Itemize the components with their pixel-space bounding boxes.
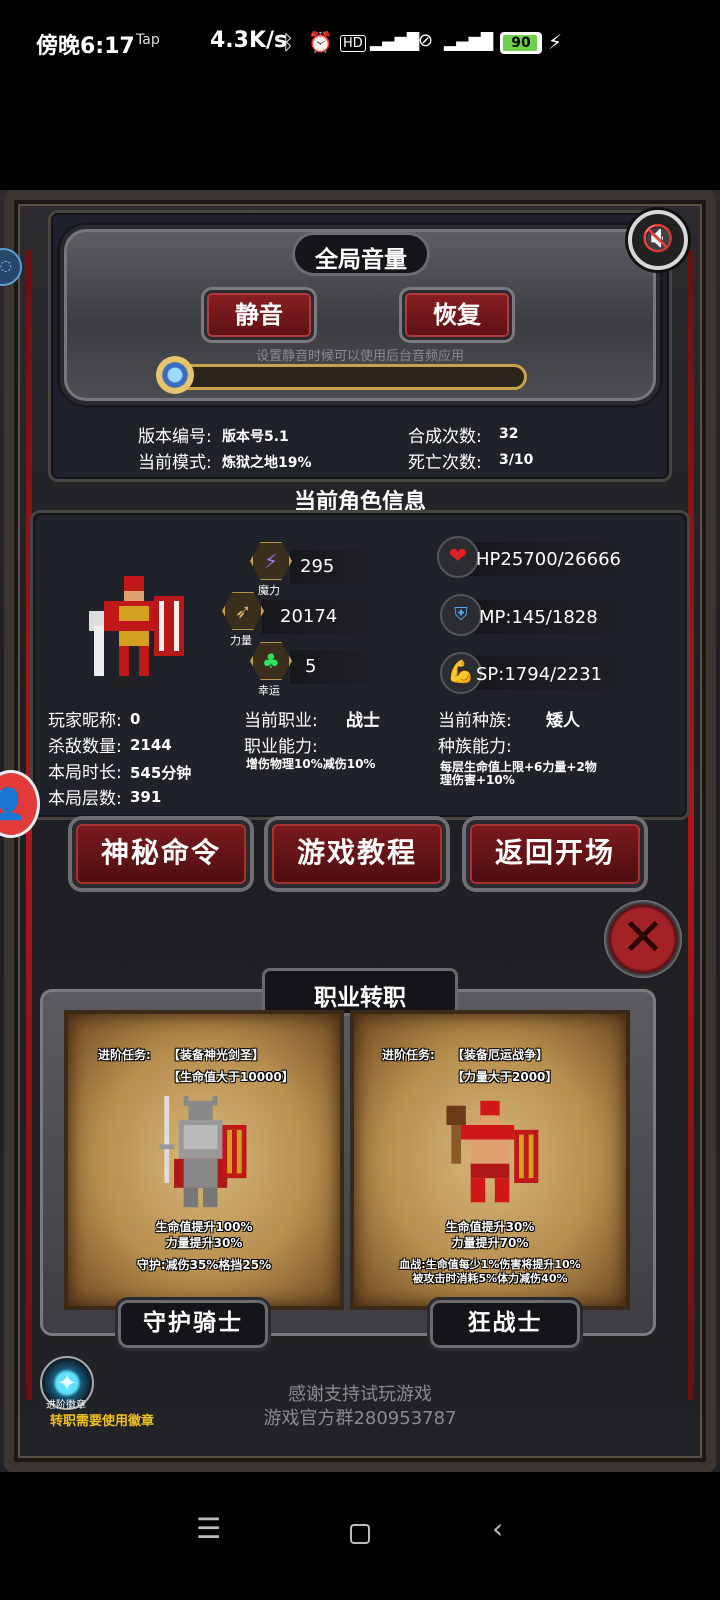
wifi-off-icon: ⊘ [418, 30, 434, 51]
race-label: 当前种族: [438, 711, 512, 731]
guardian-skill: 守护:减伤35%格挡25% [136, 1258, 272, 1272]
status-bar: 傍晚6:17 Tap 4.3K/s ᛒ ⏰ HD ▂▄▆█ ⊘ ▂▄▆█ 90 … [0, 0, 720, 90]
kills-value: 2144 [130, 736, 172, 754]
return-start-button[interactable]: 返回开场 [466, 820, 644, 888]
status-tap: Tap [136, 32, 160, 48]
heart-icon: ❤ [437, 536, 479, 578]
nickname-label: 玩家昵称: [48, 711, 122, 731]
hd-icon: HD [340, 35, 366, 52]
duration-value: 545分钟 [130, 764, 192, 782]
berserker-quest-label: 进阶任务: [382, 1048, 435, 1062]
hp-value: HP25700/26666 [476, 549, 621, 570]
advance-badge-label: 进阶徽章 [46, 1400, 86, 1411]
merge-count-value: 32 [499, 426, 519, 442]
berserker-bonus-2: 力量提升70% [451, 1236, 529, 1250]
official-group-text: 游戏官方群280953787 [263, 1408, 457, 1429]
berserker-sprite [446, 1100, 539, 1203]
magic-label: 魔力 [258, 584, 280, 597]
mode-value: 炼狱之地19% [222, 455, 312, 471]
power-label: 力量 [230, 634, 252, 647]
mute-button[interactable]: 静音 [204, 290, 314, 340]
battery-icon: 90 [500, 32, 542, 54]
thanks-text: 感谢支持试玩游戏 [288, 1384, 432, 1405]
home-icon[interactable] [350, 1524, 370, 1544]
user-icon: 👤 [0, 787, 27, 822]
merge-count-label: 合成次数: [408, 427, 482, 447]
magic-value: 295 [300, 556, 335, 577]
mana-icon: ⛨ [440, 594, 482, 636]
class-change-title: 职业转职 [314, 985, 406, 1011]
guardian-knight-sprite [159, 1096, 247, 1208]
race-ability-line-2: 理伤害+10% [440, 773, 515, 787]
kills-label: 杀敌数量: [48, 737, 122, 757]
navigation-bar: ☰ ‹ [0, 1472, 720, 1600]
power-value: 20174 [280, 606, 338, 627]
volume-hint: 设置静音时候可以使用后台音频应用 [255, 349, 464, 364]
volume-slider-knob[interactable] [156, 356, 194, 394]
tutorial-button[interactable]: 游戏教程 [268, 820, 446, 888]
signal-4g-icon: ▂▄▆█ [370, 32, 420, 51]
restore-button[interactable]: 恢复 [402, 290, 512, 340]
sound-toggle-button[interactable]: 🔇 [628, 210, 688, 270]
frame-rail-right [688, 250, 694, 1400]
mp-value: MP:145/1828 [479, 607, 598, 628]
guardian-quest-1: 【装备神光剑圣】 [168, 1048, 265, 1062]
guardian-quest-label: 进阶任务: [98, 1048, 151, 1062]
floor-value: 391 [130, 788, 162, 806]
version-value: 版本号5.1 [222, 429, 289, 445]
speaker-muted-icon: 🔇 [641, 224, 675, 254]
back-icon[interactable]: ‹ [492, 1512, 503, 1545]
luck-value: 5 [305, 656, 317, 677]
berserker-bonus-1: 生命值提升30% [445, 1220, 535, 1234]
sp-value: SP:1794/2231 [476, 664, 603, 685]
guardian-knight-button[interactable]: 守护骑士 [118, 1300, 268, 1348]
warrior-sprite [89, 576, 184, 686]
death-count-label: 死亡次数: [408, 453, 482, 473]
race-ability-label: 种族能力: [438, 737, 512, 757]
job-value: 战士 [346, 711, 380, 731]
battery-level: 90 [511, 35, 531, 51]
menu-icon[interactable]: ☰ [196, 1512, 221, 1545]
job-label: 当前职业: [244, 711, 318, 731]
secret-command-button[interactable]: 神秘命令 [72, 820, 250, 888]
close-icon: ✕ [621, 908, 665, 968]
berserker-quest-1: 【装备厄运战争】 [452, 1048, 549, 1062]
floating-dot-icon: ◌ [0, 258, 12, 274]
volume-title: 全局音量 [315, 247, 407, 273]
guardian-quest-2: 【生命值大于10000】 [168, 1070, 294, 1084]
close-button[interactable]: ✕ [604, 900, 682, 978]
status-time: 傍晚6:17 [36, 34, 135, 59]
berserker-quest-2: 【力量大于2000】 [452, 1070, 558, 1084]
duration-label: 本局时长: [48, 763, 122, 783]
berserker-skill-2: 被攻击时消耗5%体力减伤40% [412, 1272, 568, 1285]
volume-slider[interactable] [172, 364, 527, 390]
race-value: 矮人 [546, 711, 580, 731]
charging-icon: ⚡ [548, 30, 563, 54]
berserker-button[interactable]: 狂战士 [430, 1300, 580, 1348]
signal-4g-icon: ▂▄▆█ [444, 32, 494, 51]
status-network-speed: 4.3K/s [210, 28, 288, 53]
luck-stat-box [290, 650, 380, 684]
job-ability-value: 增伤物理10%减伤10% [246, 757, 376, 771]
badge-note: 转职需要使用徽章 [50, 1414, 155, 1429]
job-ability-label: 职业能力: [244, 737, 318, 757]
floor-label: 本局层数: [48, 789, 122, 809]
alarm-icon: ⏰ [308, 30, 333, 54]
nickname-value: 0 [130, 710, 141, 728]
guardian-bonus-1: 生命值提升100% [155, 1220, 253, 1234]
version-label: 版本编号: [138, 427, 212, 447]
bluetooth-icon: ᛒ [282, 30, 294, 54]
mode-label: 当前模式: [138, 453, 212, 473]
guardian-bonus-2: 力量提升30% [165, 1236, 243, 1250]
luck-label: 幸运 [258, 684, 280, 697]
death-count-value: 3/10 [499, 452, 534, 468]
